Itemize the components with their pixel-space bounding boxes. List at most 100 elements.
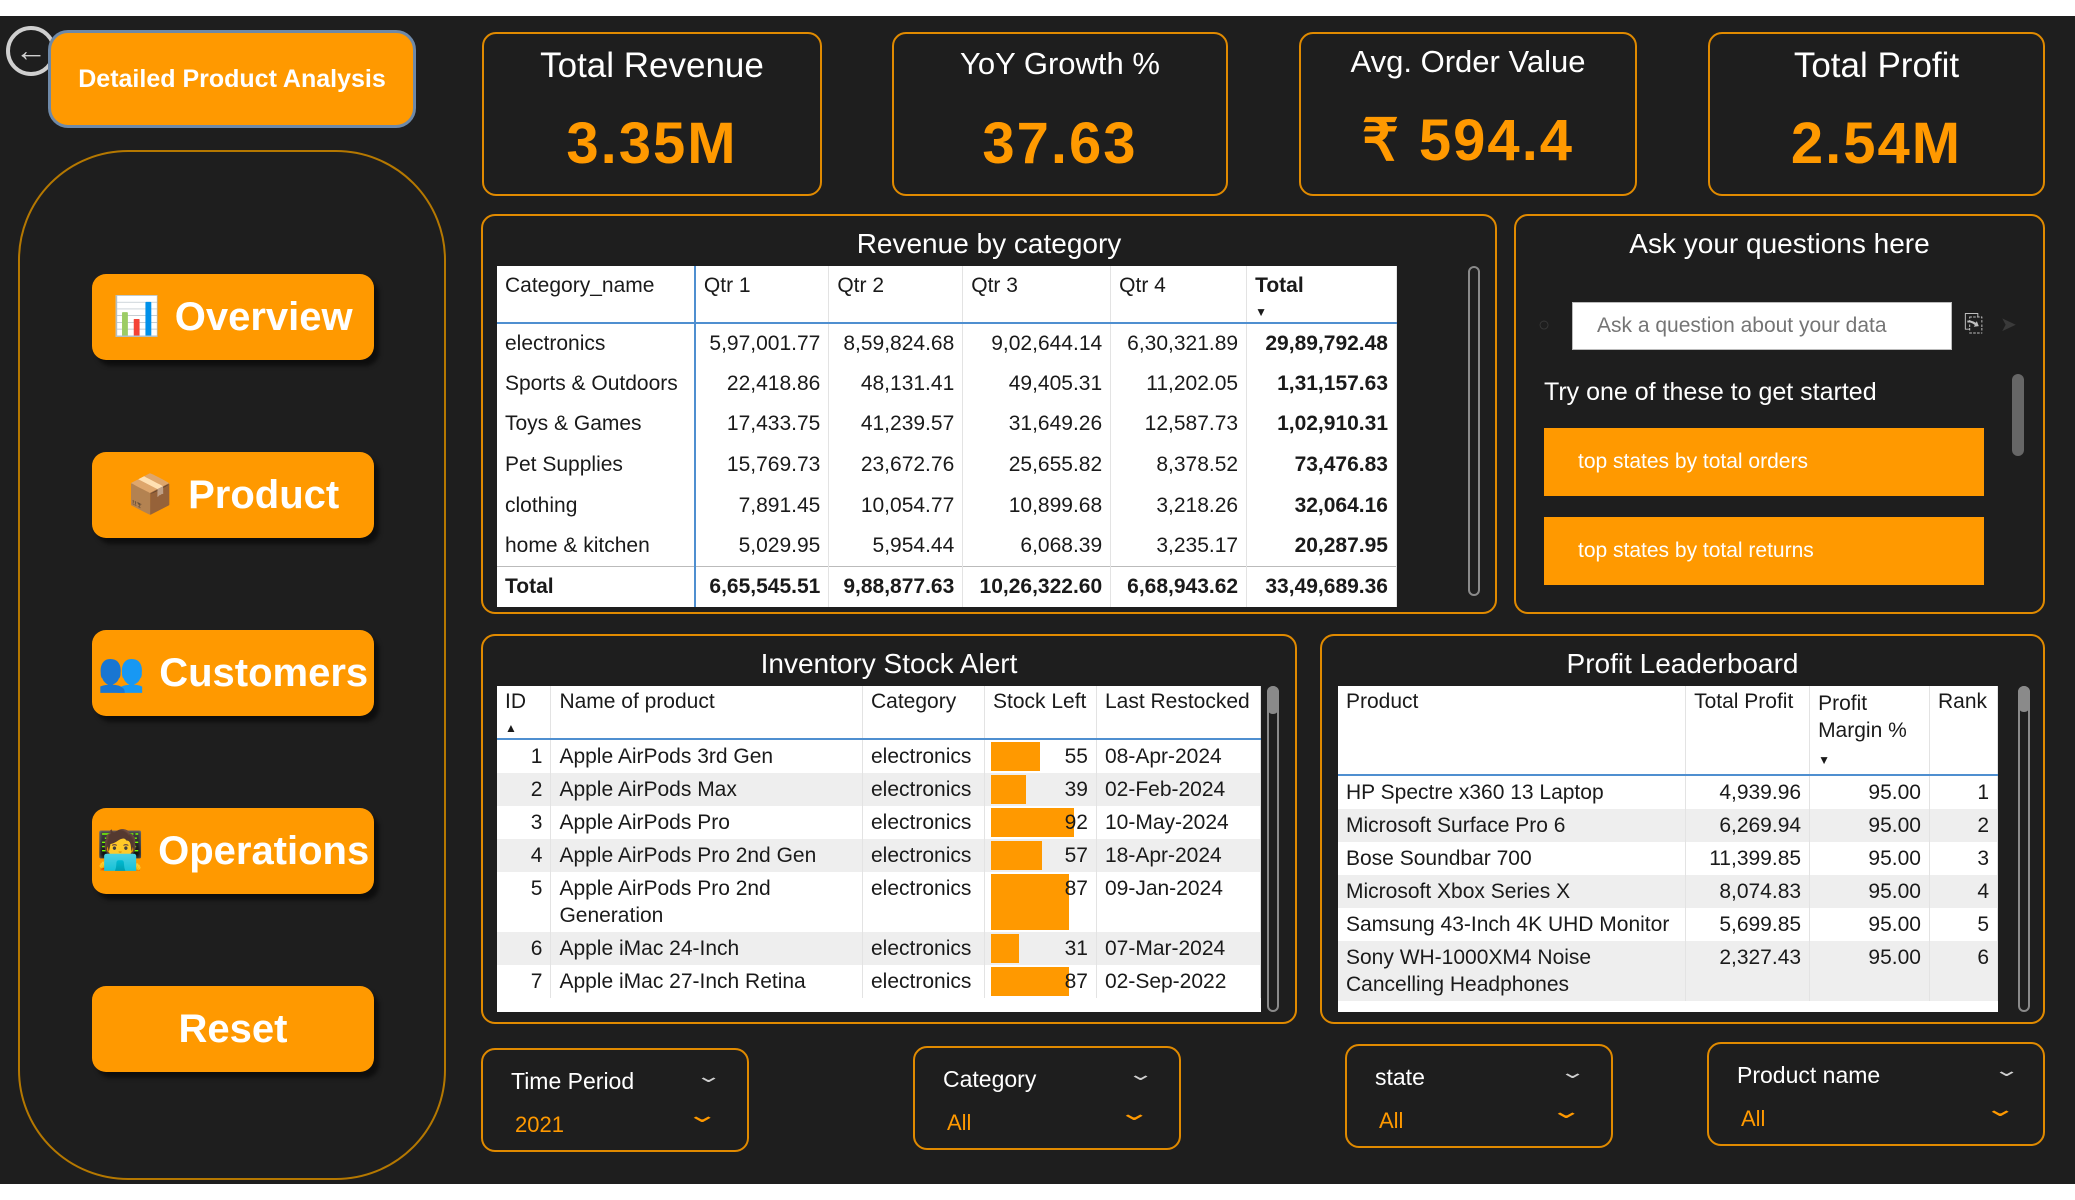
table-row[interactable]: Sports & Outdoors 22,418.86 48,131.41 49,40… [497, 363, 1397, 405]
table-row[interactable]: Sony WH-1000XM4 Noise Cancelling Headpho… [1338, 941, 1998, 1001]
kpi-value: 2.54M [1790, 111, 1963, 176]
table-row[interactable]: electronics 5,97,001.77 8,59,824.68 9,02,64… [497, 323, 1397, 364]
filter-value: All [1741, 1106, 1766, 1131]
table-row[interactable]: 3 Apple AirPods Pro electronics 92 10-May-20… [497, 806, 1261, 839]
scrollbar-thumb[interactable] [1267, 686, 1279, 714]
value-cell: 5,954.44 [828, 525, 964, 567]
value-cell: 3,218.26 [1110, 485, 1248, 526]
chevron-down-icon: ⌄ [1558, 1062, 1587, 1082]
nav-overview-button[interactable]: 📊 Overview [92, 274, 374, 360]
package-icon: 📦 [126, 474, 175, 516]
table-row[interactable]: Samsung 43-Inch 4K UHD Monitor 5,699.85 95… [1338, 908, 1998, 941]
category-cell: electronics [862, 839, 985, 872]
category-cell: electronics [862, 806, 985, 839]
category-cell: electronics [862, 872, 985, 932]
column-header-id[interactable]: ID ▲ [497, 686, 552, 740]
column-header[interactable]: Qtr 2 [828, 266, 964, 324]
scrollbar[interactable] [2018, 686, 2030, 1012]
table-row[interactable]: Microsoft Xbox Series X 8,074.83 95.00 4 [1338, 875, 1998, 908]
column-header[interactable]: Category [862, 686, 985, 740]
category-cell: electronics [497, 323, 696, 364]
total-cell: 33,49,689.36 [1246, 566, 1397, 608]
table-row[interactable]: 1 Apple AirPods 3rd Gen electronics 55 08-Ap… [497, 739, 1261, 773]
send-icon[interactable]: ➤ [2000, 312, 2017, 337]
value-cell: 5,97,001.77 [694, 323, 830, 364]
table-row[interactable]: 2 Apple AirPods Max electronics 39 02-Feb-20… [497, 773, 1261, 806]
state-filter[interactable]: state ⌄ All ⌄ [1345, 1044, 1613, 1148]
qa-question-input[interactable] [1572, 302, 1952, 350]
stock-left-cell: 87 [984, 872, 1097, 932]
table-row[interactable]: clothing 7,891.45 10,054.77 10,899.68 3,218.… [497, 485, 1397, 526]
column-header[interactable]: Qtr 4 [1110, 266, 1248, 324]
chevron-down-icon: ⌄ [1126, 1064, 1155, 1084]
table-row[interactable]: Microsoft Surface Pro 6 6,269.94 95.00 2 [1338, 809, 1998, 842]
rank-cell: 5 [1929, 908, 1998, 941]
column-header[interactable]: Qtr 1 [694, 266, 830, 324]
column-header[interactable]: Last Restocked [1096, 686, 1261, 740]
reset-button[interactable]: Reset [92, 986, 374, 1072]
table-row[interactable]: Toys & Games 17,433.75 41,239.57 31,649.26 1… [497, 404, 1397, 445]
id-cell: 7 [497, 965, 552, 998]
category-filter[interactable]: Category ⌄ All ⌄ [913, 1046, 1181, 1150]
chevron-down-icon[interactable]: ⌄ [686, 1102, 719, 1128]
table-row[interactable]: HP Spectre x360 13 Laptop 4,939.96 95.00 1 [1338, 775, 1998, 809]
qa-suggestion-button[interactable]: top states by total orders [1544, 428, 1984, 496]
table-row[interactable]: 6 Apple iMac 24-Inch electronics 31 07-Mar-2… [497, 932, 1261, 965]
table-row[interactable]: 5 Apple AirPods Pro 2nd Generation electro… [497, 872, 1261, 932]
filter-value: 2021 [515, 1112, 564, 1137]
value-cell: 22,418.86 [694, 363, 830, 405]
copy-icon[interactable]: ⎘ [1964, 310, 1983, 338]
scrollbar[interactable] [2012, 374, 2024, 456]
kpi-card-total-revenue: Total Revenue 3.35M [482, 32, 822, 196]
table-row[interactable]: 4 Apple AirPods Pro 2nd Gen electronics 57 1… [497, 839, 1261, 872]
category-cell: home & kitchen [497, 525, 696, 567]
column-header[interactable]: Category_name [497, 266, 696, 324]
product-cell: Samsung 43-Inch 4K UHD Monitor [1338, 908, 1687, 941]
table-row[interactable]: Pet Supplies 15,769.73 23,672.76 25,655.82 8… [497, 444, 1397, 486]
kpi-title: YoY Growth % [960, 46, 1160, 81]
nav-product-button[interactable]: 📦 Product [92, 452, 374, 538]
chevron-down-icon: ⌄ [1992, 1060, 2021, 1080]
dashboard-canvas: ← Detailed Product Analysis 📊 Overview 📦… [0, 16, 2075, 1184]
chevron-down-icon[interactable]: ⌄ [1984, 1096, 2017, 1122]
scrollbar-thumb[interactable] [2018, 686, 2030, 712]
column-header-total[interactable]: Total ▼ [1246, 266, 1397, 324]
nav-customers-button[interactable]: 👥 Customers [92, 630, 374, 716]
column-header[interactable]: Name of product [550, 686, 863, 740]
nav-operations-label: Operations [158, 828, 370, 873]
scrollbar[interactable] [1267, 686, 1279, 1012]
category-cell: clothing [497, 485, 696, 526]
value-cell: 6,068.39 [962, 525, 1112, 567]
total-cell: 1,31,157.63 [1246, 363, 1397, 405]
total-cell: Total [497, 566, 696, 608]
profit-margin-cell: 95.00 [1809, 941, 1930, 1001]
total-profit-cell: 8,074.83 [1685, 875, 1811, 908]
total-cell: 6,65,545.51 [694, 566, 830, 608]
column-header-label: ID [505, 690, 526, 713]
stock-value: 39 [1064, 778, 1088, 801]
product-name-filter[interactable]: Product name ⌄ All ⌄ [1707, 1042, 2045, 1146]
column-header[interactable]: Qtr 3 [962, 266, 1112, 324]
column-header-margin[interactable]: Profit Margin % ▼ [1809, 686, 1930, 776]
time-period-filter[interactable]: Time Period ⌄ 2021 ⌄ [481, 1048, 749, 1152]
table-row[interactable]: home & kitchen 5,029.95 5,954.44 6,068.39 3,… [497, 525, 1397, 567]
column-header[interactable]: Product [1338, 686, 1687, 776]
table-row[interactable]: 7 Apple iMac 27-Inch Retina electronics 87 0… [497, 965, 1261, 998]
nav-operations-button[interactable]: 🧑‍💻 Operations [92, 808, 374, 894]
column-header[interactable]: Total Profit [1685, 686, 1811, 776]
column-header[interactable]: Rank [1929, 686, 1998, 776]
chevron-down-icon: ⌄ [694, 1066, 723, 1086]
kpi-value: 3.35M [566, 111, 738, 176]
total-profit-cell: 5,699.85 [1685, 908, 1811, 941]
page-title-button[interactable]: Detailed Product Analysis [48, 30, 416, 128]
chevron-down-icon[interactable]: ⌄ [1550, 1098, 1583, 1124]
total-cell: 6,68,943.62 [1110, 566, 1248, 608]
product-cell: Microsoft Surface Pro 6 [1338, 809, 1687, 842]
qa-suggestion-button[interactable]: top states by total returns [1544, 517, 1984, 585]
scrollbar[interactable] [1468, 266, 1480, 596]
value-cell: 8,59,824.68 [828, 323, 964, 364]
chevron-down-icon[interactable]: ⌄ [1118, 1100, 1151, 1126]
table-row[interactable]: Bose Soundbar 700 11,399.85 95.00 3 [1338, 842, 1998, 875]
column-header[interactable]: Stock Left [984, 686, 1097, 740]
value-cell: 23,672.76 [828, 444, 964, 486]
